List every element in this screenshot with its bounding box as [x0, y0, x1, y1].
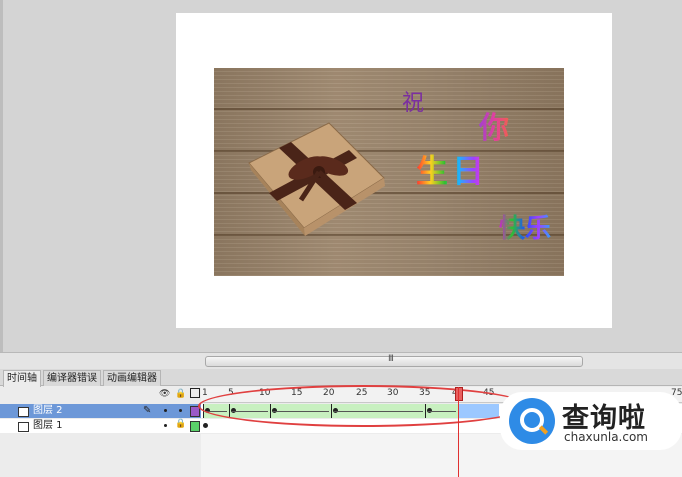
keyframe[interactable] — [203, 423, 208, 428]
highlight-ellipse — [198, 385, 528, 427]
tab-compiler-errors[interactable]: 编译器错误 — [43, 370, 101, 386]
scrollbar-grip-icon: III — [388, 354, 394, 364]
visibility-dot[interactable] — [164, 424, 167, 427]
gift-box-image — [248, 122, 385, 236]
playhead-line — [458, 387, 459, 477]
stage-left-edge — [0, 0, 3, 352]
layer-icon — [18, 407, 29, 417]
tab-motion-editor[interactable]: 动画编辑器 — [103, 370, 161, 386]
watermark-brand: 查询啦 chaxunla.com — [500, 392, 682, 450]
visibility-dot[interactable] — [164, 409, 167, 412]
search-logo-icon — [509, 398, 555, 444]
text-ni: 你 — [479, 103, 509, 147]
text-shengri: 生日 — [416, 146, 488, 192]
tab-timeline[interactable]: 时间轴 — [3, 370, 41, 387]
wood-background-photo: 祝 你 生日 快乐 — [214, 68, 564, 276]
scrollbar-thumb[interactable]: III — [205, 354, 583, 367]
stage-area: 祝 你 生日 快乐 — [0, 0, 682, 352]
playhead-handle[interactable] — [455, 387, 463, 401]
brand-domain: chaxunla.com — [564, 430, 648, 444]
text-kuaile: 快乐 — [499, 208, 551, 245]
outline-icon[interactable] — [190, 388, 200, 398]
layer-header-icons: 👁 🔒 — [156, 387, 201, 402]
lock-icon[interactable]: 🔒 — [175, 389, 186, 399]
layer-label: 图层 1 — [33, 420, 63, 431]
horizontal-scrollbar[interactable]: III — [0, 352, 682, 369]
eye-icon[interactable]: 👁 — [159, 389, 170, 399]
layer-name-cell[interactable]: 图层 1 🔒 — [0, 419, 201, 433]
outline-color-swatch[interactable] — [190, 421, 200, 432]
magnifier-handle — [538, 425, 549, 435]
layer-label: 图层 2 — [33, 405, 63, 416]
lock-icon[interactable]: 🔒 — [175, 419, 186, 429]
stage-canvas[interactable]: 祝 你 生日 快乐 — [176, 13, 612, 328]
text-zhu: 祝 — [402, 91, 425, 116]
panel-tabs: 时间轴 编译器错误 动画编辑器 — [0, 369, 682, 387]
lock-dot[interactable] — [179, 409, 182, 412]
layer-icon — [18, 422, 29, 432]
pencil-icon: ✎ — [143, 405, 152, 416]
ruler-tick: 1 — [202, 388, 208, 398]
layer-name-cell[interactable]: 图层 2 ✎ — [0, 404, 201, 418]
